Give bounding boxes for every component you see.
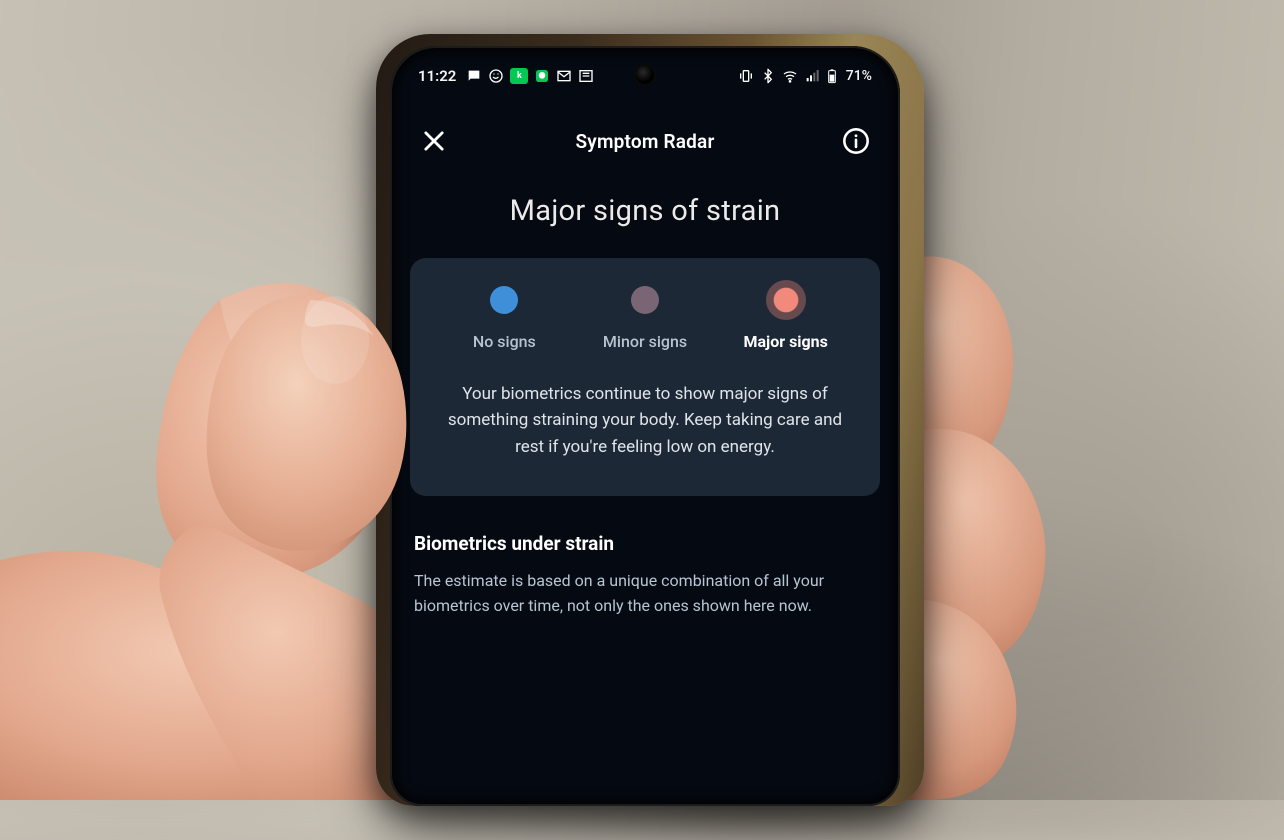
battery-percent: 71% xyxy=(846,68,872,84)
levels-row: No signs Minor signs Major signs xyxy=(434,286,856,351)
whatsapp-icon xyxy=(488,68,504,84)
page-title: Symptom Radar xyxy=(576,130,715,153)
section-title: Biometrics under strain xyxy=(414,532,876,555)
level-label: No signs xyxy=(473,332,536,351)
status-time: 11:22 xyxy=(418,67,456,85)
level-dot-coral xyxy=(766,280,806,320)
close-button[interactable] xyxy=(420,127,448,155)
front-camera xyxy=(634,64,656,86)
vibrate-icon xyxy=(738,68,754,84)
phone-screen: 11:22 k xyxy=(390,46,900,806)
status-message: Your biometrics continue to show major s… xyxy=(434,381,856,460)
level-no-signs[interactable]: No signs xyxy=(434,286,575,351)
level-major-signs[interactable]: Major signs xyxy=(715,286,856,351)
kijiji-icon: k xyxy=(510,68,528,84)
battery-icon xyxy=(826,68,838,84)
level-dot-blue xyxy=(490,286,518,314)
bluetooth-icon xyxy=(760,68,776,84)
heading: Major signs of strain xyxy=(408,194,882,228)
app-header: Symptom Radar xyxy=(390,114,900,168)
section-body: The estimate is based on a unique combin… xyxy=(414,569,876,619)
wifi-icon xyxy=(782,68,798,84)
content: Major signs of strain No signs Minor sig… xyxy=(390,168,900,806)
chat-icon xyxy=(466,68,482,84)
signal-icon xyxy=(804,68,820,84)
status-card: No signs Minor signs Major signs Your bi… xyxy=(410,258,880,496)
level-minor-signs[interactable]: Minor signs xyxy=(575,286,716,351)
info-button[interactable] xyxy=(842,127,870,155)
gmail-icon xyxy=(556,68,572,84)
line-icon xyxy=(534,68,550,84)
level-label: Major signs xyxy=(743,332,827,351)
news-icon xyxy=(578,68,594,84)
level-dot-mauve xyxy=(631,286,659,314)
level-label: Minor signs xyxy=(603,332,687,351)
phone: 11:22 k xyxy=(390,46,900,806)
